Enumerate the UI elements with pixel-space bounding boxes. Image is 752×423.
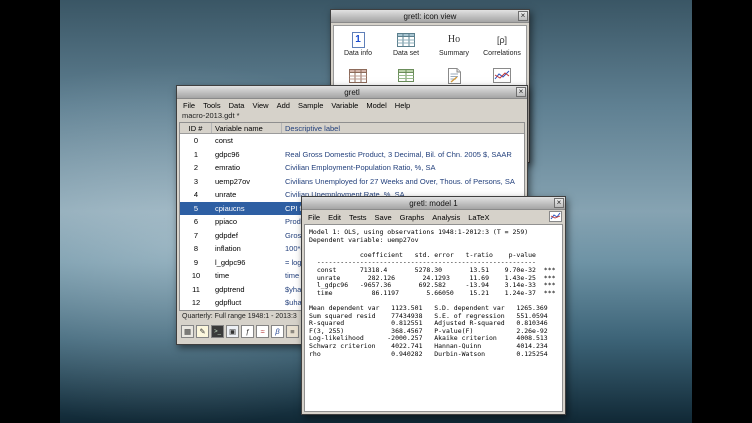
cell-id: 2 [180, 163, 212, 172]
cell-id: 3 [180, 177, 212, 186]
calculator-icon[interactable]: ▦ [181, 325, 194, 338]
cell-id: 8 [180, 244, 212, 253]
function-packages-icon[interactable]: ƒ [241, 325, 254, 338]
icon-label: Summary [439, 50, 469, 57]
cell-name: unrate [212, 190, 282, 199]
cell-label: Civilians Unemployed for 27 Weeks and Ov… [282, 177, 524, 186]
new-script-icon[interactable]: ✎ [196, 325, 209, 338]
icon-view-item-data-info[interactable]: 1 Data info [334, 30, 382, 66]
cell-id: 7 [180, 231, 212, 240]
cell-name: const [212, 136, 282, 145]
close-icon[interactable]: × [518, 11, 528, 21]
cell-name: gdpdef [212, 231, 282, 240]
menu-tools[interactable]: Tools [199, 101, 225, 110]
icon-view-item-correlations[interactable]: [ρ] Correlations [478, 30, 526, 66]
cell-name: time [212, 271, 282, 280]
menu-add[interactable]: Add [273, 101, 294, 110]
close-icon[interactable]: × [516, 87, 526, 97]
menu-tests[interactable]: Tests [345, 213, 371, 222]
cell-id: 9 [180, 258, 212, 267]
session-icon-view-icon[interactable]: ▣ [226, 325, 239, 338]
model-table-grid-icon [349, 67, 367, 84]
variable-table-header: ID # Variable name Descriptive label [180, 123, 524, 134]
cell-id: 6 [180, 217, 212, 226]
scalars-grid-icon [398, 67, 414, 84]
summary-icon: Ho [448, 31, 460, 48]
cell-id: 12 [180, 298, 212, 307]
model-title: gretl: model 1 [409, 199, 457, 208]
data-info-icon: 1 [352, 31, 365, 48]
database-icon[interactable]: ≡ [286, 325, 299, 338]
main-title: gretl [344, 88, 360, 97]
cell-name: inflation [212, 244, 282, 253]
header-descriptive-label[interactable]: Descriptive label [282, 123, 524, 133]
cell-id: 11 [180, 285, 212, 294]
cell-label: Real Gross Domestic Product, 3 Decimal, … [282, 150, 524, 159]
cell-name: emratio [212, 163, 282, 172]
menu-edit[interactable]: Edit [324, 213, 345, 222]
model-window: gretl: model 1 × File Edit Tests Save Gr… [301, 196, 566, 415]
main-menubar: File Tools Data View Add Sample Variable… [177, 99, 527, 111]
menu-data[interactable]: Data [225, 101, 249, 110]
summary-glyph: Ho [448, 34, 460, 45]
cell-name: uemp27ov [212, 177, 282, 186]
graph-icon[interactable]: ≈ [256, 325, 269, 338]
header-id[interactable]: ID # [180, 123, 212, 133]
cell-name: gdpfluct [212, 298, 282, 307]
header-variable-name[interactable]: Variable name [212, 123, 282, 133]
icon-label: Data info [344, 50, 372, 57]
menu-help[interactable]: Help [391, 101, 414, 110]
cell-id: 5 [180, 204, 212, 213]
data-set-grid-icon [397, 31, 415, 48]
icon-label: Data set [393, 50, 419, 57]
model-icon[interactable]: β [271, 325, 284, 338]
table-row[interactable]: 1 gdpc96 Real Gross Domestic Product, 3 … [180, 148, 524, 162]
table-row[interactable]: 0 const [180, 134, 524, 148]
correlations-icon: [ρ] [497, 31, 507, 48]
menu-sample[interactable]: Sample [294, 101, 327, 110]
icon-view-titlebar[interactable]: gretl: icon view × [331, 10, 529, 23]
menu-file[interactable]: File [304, 213, 324, 222]
menu-analysis[interactable]: Analysis [428, 213, 464, 222]
close-icon[interactable]: × [554, 198, 564, 208]
table-row[interactable]: 2 emratio Civilian Employment-Population… [180, 161, 524, 175]
menu-file[interactable]: File [179, 101, 199, 110]
menu-model[interactable]: Model [362, 101, 390, 110]
main-titlebar[interactable]: gretl × [177, 86, 527, 99]
menu-view[interactable]: View [248, 101, 272, 110]
cell-name: ppiaco [212, 217, 282, 226]
cell-id: 10 [180, 271, 212, 280]
cell-label: Civilian Employment-Population Ratio, %,… [282, 163, 524, 172]
model-graph-icon[interactable] [549, 211, 562, 222]
screenshot-frame: gretl: icon view × 1 Data info [0, 0, 752, 423]
icon-label: Correlations [483, 50, 521, 57]
cell-name: l_gdpc96 [212, 258, 282, 267]
icon-view-item-summary[interactable]: Ho Summary [430, 30, 478, 66]
model-titlebar[interactable]: gretl: model 1 × [302, 197, 565, 210]
dataset-label: macro-2013.gdt * [177, 111, 527, 122]
cell-id: 1 [180, 150, 212, 159]
menu-graphs[interactable]: Graphs [396, 213, 429, 222]
cell-id: 4 [180, 190, 212, 199]
icon-view-item-data-set[interactable]: Data set [382, 30, 430, 66]
menu-save[interactable]: Save [371, 213, 396, 222]
notes-icon [448, 67, 461, 84]
table-row[interactable]: 3 uemp27ov Civilians Unemployed for 27 W… [180, 175, 524, 189]
cell-name: gdptrend [212, 285, 282, 294]
desktop: gretl: icon view × 1 Data info [60, 0, 692, 423]
data-info-glyph: 1 [352, 32, 365, 48]
cell-name: cpiaucns [212, 204, 282, 213]
model-output: Model 1: OLS, using observations 1948:1-… [304, 224, 563, 412]
cell-name: gdpc96 [212, 150, 282, 159]
console-icon[interactable]: >_ [211, 325, 224, 338]
graph-page-icon [493, 67, 511, 84]
cell-id: 0 [180, 136, 212, 145]
correlations-glyph: [ρ] [497, 35, 507, 45]
menu-variable[interactable]: Variable [327, 101, 362, 110]
menu-latex[interactable]: LaTeX [464, 213, 493, 222]
model-menubar: File Edit Tests Save Graphs Analysis LaT… [302, 210, 565, 224]
icon-view-title: gretl: icon view [404, 12, 457, 21]
